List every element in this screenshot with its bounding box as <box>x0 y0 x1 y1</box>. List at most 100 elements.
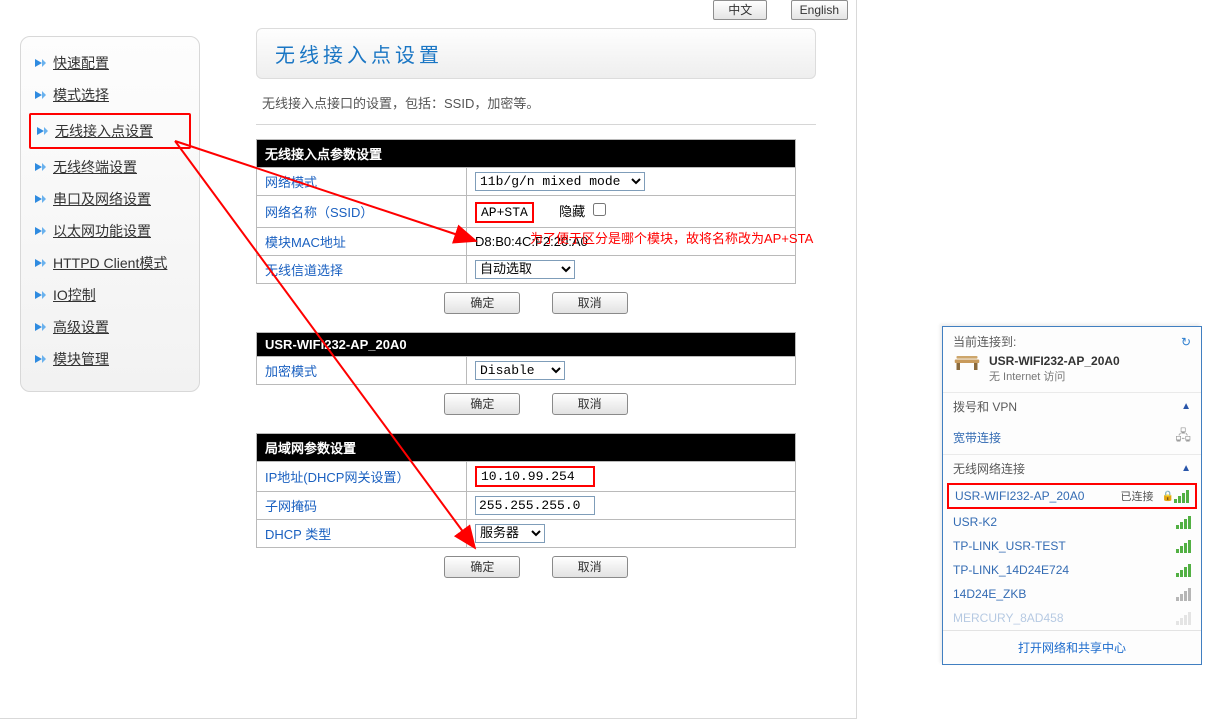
sidebar-item-6[interactable]: HTTPD Client模式 <box>29 247 191 279</box>
wifi-network-name: USR-WIFI232-AP_20A0 <box>955 489 1084 503</box>
mask-cell <box>467 492 796 520</box>
buttons-1: 确定 取消 <box>256 292 816 314</box>
wifi-current-block[interactable]: USR-WIFI232-AP_20A0 无 Internet 访问 <box>943 352 1201 392</box>
sidebar-item-2[interactable]: 无线接入点设置 <box>29 113 191 149</box>
buttons-2: 确定 取消 <box>256 393 816 415</box>
encryption-table: USR-WIFI232-AP_20A0 加密模式 Disable <box>256 332 796 385</box>
wifi-network-name: USR-K2 <box>953 515 997 529</box>
open-network-center-link[interactable]: 打开网络和共享中心 <box>1018 641 1126 655</box>
wifi-section-wlan[interactable]: 无线网络连接 ▲ <box>943 454 1201 482</box>
dhcp-cell: 服务器 <box>467 520 796 548</box>
wifi-network-item[interactable]: TP-LINK_USR-TEST <box>943 534 1201 558</box>
signal-icon <box>1176 540 1191 553</box>
cancel-button[interactable]: 取消 <box>552 556 628 578</box>
cancel-button[interactable]: 取消 <box>552 393 628 415</box>
sidebar-item-9[interactable]: 模块管理 <box>29 343 191 375</box>
wifi-refresh-icon[interactable]: ↻ <box>1181 335 1191 349</box>
sidebar-item-1[interactable]: 模式选择 <box>29 79 191 111</box>
wifi-network-item[interactable]: USR-K2 <box>943 510 1201 534</box>
wifi-header: 当前连接到: ↻ <box>943 327 1201 352</box>
chevron-up-icon: ▲ <box>1181 463 1191 474</box>
sidebar-item-label: HTTPD Client模式 <box>53 253 167 273</box>
page-title: 无线接入点设置 <box>275 39 797 68</box>
wifi-section-dial[interactable]: 拨号和 VPN ▲ <box>943 392 1201 420</box>
sidebar-item-label: 无线终端设置 <box>53 157 137 177</box>
sidebar-item-5[interactable]: 以太网功能设置 <box>29 215 191 247</box>
cancel-button[interactable]: 取消 <box>552 292 628 314</box>
wifi-footer: 打开网络和共享中心 <box>943 630 1201 664</box>
table-header: 局域网参数设置 <box>257 434 796 462</box>
ip-label: IP地址(DHCP网关设置） <box>257 462 467 492</box>
channel-label: 无线信道选择 <box>257 256 467 284</box>
arrow-icon <box>33 256 47 270</box>
annotation-text: 为了便于区分是哪个模块，故将名称改为AP+STA <box>530 228 813 247</box>
wifi-current-name: USR-WIFI232-AP_20A0 <box>989 354 1120 368</box>
enc-select[interactable]: Disable <box>475 361 565 380</box>
lang-cn-button[interactable]: 中文 <box>713 0 767 20</box>
channel-cell: 自动选取 <box>467 256 796 284</box>
wifi-popup: 当前连接到: ↻ USR-WIFI232-AP_20A0 无 Internet … <box>942 326 1202 665</box>
broadband-item[interactable]: 宽带连接 🖧 <box>943 420 1201 454</box>
arrow-icon <box>33 288 47 302</box>
arrow-icon <box>33 192 47 206</box>
wifi-network-name: TP-LINK_14D24E724 <box>953 563 1069 577</box>
bench-icon <box>953 354 981 372</box>
lang-en-button[interactable]: English <box>791 0 848 20</box>
wifi-section-wlan-label: 无线网络连接 <box>953 460 1025 477</box>
ok-button[interactable]: 确定 <box>444 292 520 314</box>
mac-label: 模块MAC地址 <box>257 228 467 256</box>
buttons-3: 确定 取消 <box>256 556 816 578</box>
mode-cell: 11b/g/n mixed mode <box>467 168 796 196</box>
hide-label: 隐藏 <box>559 204 585 219</box>
connected-label: 已连接 <box>1121 488 1154 504</box>
arrow-icon <box>33 320 47 334</box>
hide-checkbox[interactable] <box>593 203 606 216</box>
mode-select[interactable]: 11b/g/n mixed mode <box>475 172 645 191</box>
signal-icon <box>1176 516 1191 529</box>
arrow-icon <box>33 88 47 102</box>
wifi-current-sub: 无 Internet 访问 <box>989 368 1120 384</box>
ok-button[interactable]: 确定 <box>444 556 520 578</box>
ip-input[interactable]: 10.10.99.254 <box>475 466 595 487</box>
wifi-section-dial-label: 拨号和 VPN <box>953 398 1017 415</box>
separator <box>256 124 816 125</box>
signal-icon <box>1174 490 1189 503</box>
enc-label: 加密模式 <box>257 357 467 385</box>
dhcp-label: DHCP 类型 <box>257 520 467 548</box>
arrow-icon <box>33 352 47 366</box>
main-frame: 中文 English 快速配置模式选择无线接入点设置无线终端设置串口及网络设置以… <box>0 0 857 719</box>
page-title-box: 无线接入点设置 <box>256 28 816 79</box>
wifi-network-item[interactable]: MERCURY_8AD458 <box>943 606 1201 630</box>
sidebar-item-label: 高级设置 <box>53 317 109 337</box>
signal-icon <box>1176 612 1191 625</box>
ip-cell: 10.10.99.254 <box>467 462 796 492</box>
channel-select[interactable]: 自动选取 <box>475 260 575 279</box>
main-panel: 无线接入点设置 无线接入点接口的设置，包括：SSID，加密等。 无线接入点参数设… <box>256 28 816 596</box>
wifi-network-item[interactable]: USR-WIFI232-AP_20A0 已连接 🔒 <box>947 483 1197 509</box>
ok-button[interactable]: 确定 <box>444 393 520 415</box>
mask-input[interactable] <box>475 496 595 515</box>
sidebar-item-7[interactable]: IO控制 <box>29 279 191 311</box>
wifi-network-item[interactable]: TP-LINK_14D24E724 <box>943 558 1201 582</box>
language-bar: 中文 English <box>0 0 856 22</box>
sidebar-item-label: 无线接入点设置 <box>55 121 153 141</box>
ssid-input[interactable]: AP+STA <box>475 202 534 223</box>
dhcp-select[interactable]: 服务器 <box>475 524 545 543</box>
sidebar-item-0[interactable]: 快速配置 <box>29 47 191 79</box>
wifi-network-name: TP-LINK_USR-TEST <box>953 539 1066 553</box>
sidebar-item-label: 以太网功能设置 <box>53 221 151 241</box>
lock-icon: 🔒 <box>1162 491 1174 502</box>
sidebar-item-3[interactable]: 无线终端设置 <box>29 151 191 183</box>
ap-params-table: 无线接入点参数设置 网络模式 11b/g/n mixed mode 网络名称（S… <box>256 139 796 284</box>
arrow-icon <box>33 160 47 174</box>
signal-icon <box>1176 564 1191 577</box>
sidebar-item-label: IO控制 <box>53 285 96 305</box>
sidebar-item-4[interactable]: 串口及网络设置 <box>29 183 191 215</box>
ssid-cell: AP+STA 隐藏 <box>467 196 796 228</box>
lan-table: 局域网参数设置 IP地址(DHCP网关设置） 10.10.99.254 子网掩码… <box>256 433 796 548</box>
arrow-icon <box>33 224 47 238</box>
wifi-network-item[interactable]: 14D24E_ZKB <box>943 582 1201 606</box>
sidebar-item-label: 串口及网络设置 <box>53 189 151 209</box>
sidebar-item-label: 模块管理 <box>53 349 109 369</box>
sidebar-item-8[interactable]: 高级设置 <box>29 311 191 343</box>
